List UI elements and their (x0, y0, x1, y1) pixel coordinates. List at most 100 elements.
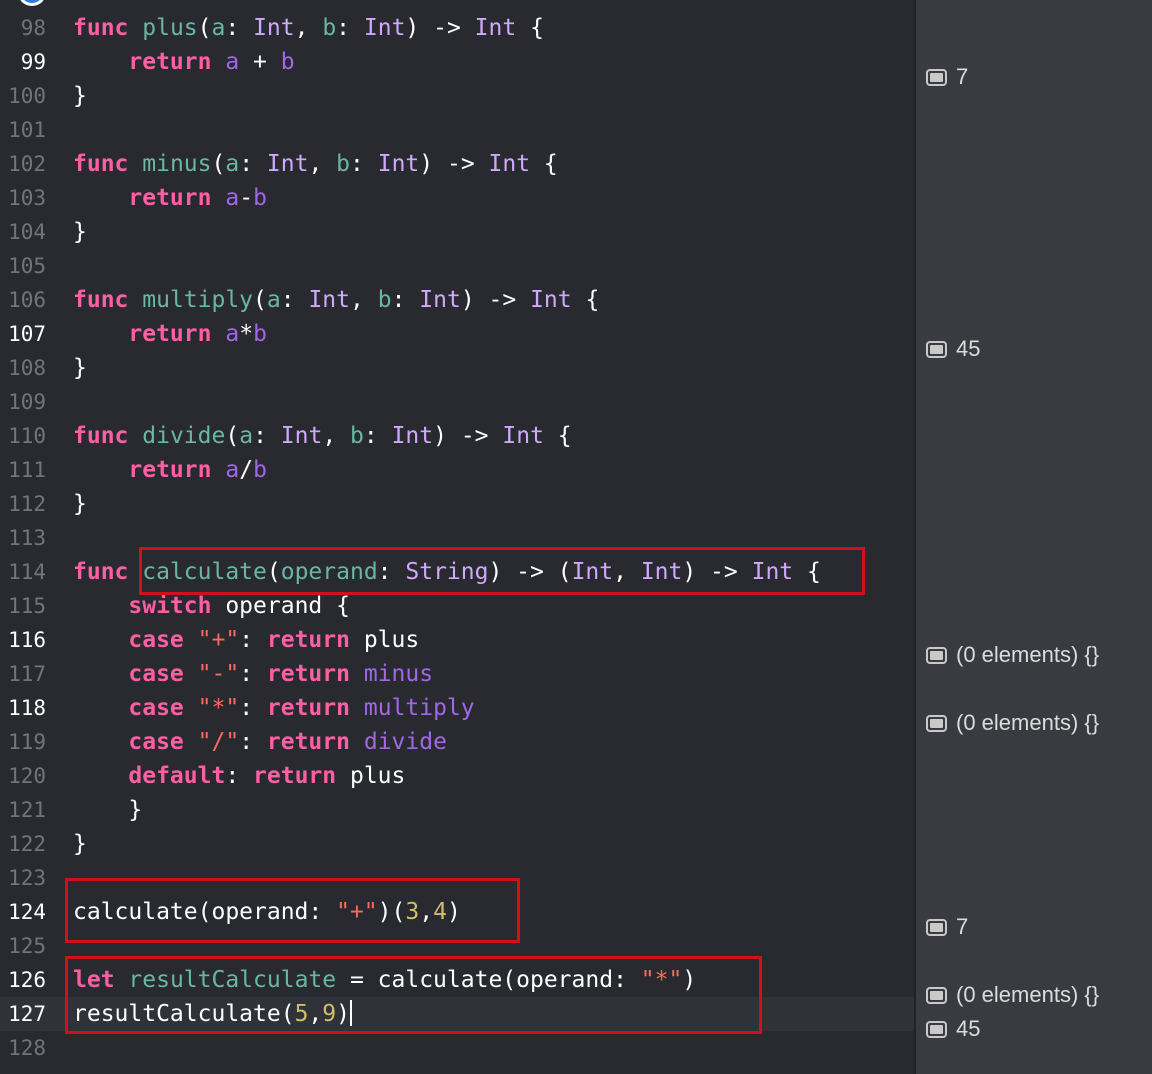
code-text[interactable]: func minus(a: Int, b: Int) -> Int { (73, 147, 558, 181)
code-line[interactable]: 121 } (0, 793, 914, 827)
code-text[interactable]: } (73, 487, 87, 521)
line-number[interactable]: 103 (0, 181, 46, 215)
code-line[interactable]: 123 (0, 861, 914, 895)
code-line[interactable]: 108} (0, 351, 914, 385)
line-number[interactable]: 126 (0, 963, 46, 997)
line-number[interactable]: 99 (0, 45, 46, 79)
code-text[interactable]: resultCalculate(5,9) (73, 997, 352, 1031)
code-text[interactable]: case "-": return minus (73, 657, 433, 691)
code-line[interactable]: 115 switch operand { (0, 589, 914, 623)
code-text[interactable]: return a-b (73, 181, 267, 215)
line-number[interactable]: 123 (0, 861, 46, 895)
code-text[interactable]: return a/b (73, 453, 267, 487)
line-number[interactable]: 128 (0, 1031, 46, 1065)
line-number[interactable]: 109 (0, 385, 46, 419)
code-text[interactable]: } (73, 351, 87, 385)
code-line[interactable]: 101 (0, 113, 914, 147)
quick-look-icon[interactable] (926, 1021, 947, 1038)
line-number[interactable]: 125 (0, 929, 46, 963)
code-line[interactable]: 120 default: return plus (0, 759, 914, 793)
code-line[interactable]: 112} (0, 487, 914, 521)
code-line[interactable]: 99 return a + b (0, 45, 914, 79)
code-line[interactable]: 116 case "+": return plus (0, 623, 914, 657)
quick-look-icon[interactable] (926, 919, 947, 936)
code-line[interactable]: 103 return a-b (0, 181, 914, 215)
code-line[interactable]: 106 func multiply(a: Int, b: Int) -> Int … (0, 283, 914, 317)
line-number[interactable]: 114 (0, 555, 46, 589)
line-number[interactable]: 101 (0, 113, 46, 147)
line-number[interactable]: 112 (0, 487, 46, 521)
code-text[interactable]: func plus(a: Int, b: Int) -> Int { (73, 11, 544, 45)
code-editor[interactable]: 98 func plus(a: Int, b: Int) -> Int {99 r… (0, 0, 914, 1074)
line-number[interactable]: 106 (0, 283, 46, 317)
line-number[interactable]: 111 (0, 453, 46, 487)
quick-look-icon[interactable] (926, 647, 947, 664)
line-number[interactable]: 117 (0, 657, 46, 691)
code-line[interactable]: 104} (0, 215, 914, 249)
code-text[interactable]: func calculate(operand: String) -> (Int,… (73, 555, 821, 589)
code-line[interactable]: 119 case "/": return divide (0, 725, 914, 759)
code-line[interactable]: 118 case "*": return multiply (0, 691, 914, 725)
line-number[interactable]: 127 (0, 997, 46, 1031)
code-line[interactable]: 100} (0, 79, 914, 113)
result-entry[interactable]: 45 (926, 332, 980, 366)
line-number[interactable]: 120 (0, 759, 46, 793)
quick-look-icon[interactable] (926, 69, 947, 86)
code-line[interactable]: 117 case "-": return minus (0, 657, 914, 691)
line-number[interactable]: 102 (0, 147, 46, 181)
line-number[interactable]: 116 (0, 623, 46, 657)
quick-look-icon[interactable] (926, 341, 947, 358)
result-entry[interactable]: (0 elements) {} (926, 706, 1099, 740)
code-text[interactable]: } (73, 827, 87, 861)
result-entry[interactable]: 45 (926, 1012, 980, 1046)
code-text[interactable]: let resultCalculate = calculate(operand:… (73, 963, 696, 997)
code-text[interactable]: return a*b (73, 317, 267, 351)
line-number[interactable]: 105 (0, 249, 46, 283)
code-line[interactable]: 124 calculate(operand: "+")(3,4) (0, 895, 914, 929)
code-line[interactable]: 107 return a*b (0, 317, 914, 351)
code-text[interactable]: default: return plus (73, 759, 405, 793)
code-line[interactable]: 111 return a/b (0, 453, 914, 487)
line-number[interactable]: 104 (0, 215, 46, 249)
code-text[interactable]: } (73, 79, 87, 113)
line-number[interactable]: 113 (0, 521, 46, 555)
line-number[interactable]: 115 (0, 589, 46, 623)
result-entry[interactable]: 7 (926, 910, 968, 944)
line-number[interactable]: 100 (0, 79, 46, 113)
line-number[interactable]: 110 (0, 419, 46, 453)
code-text[interactable]: case "*": return multiply (73, 691, 474, 725)
code-line[interactable]: 113 (0, 521, 914, 555)
quick-look-icon[interactable] (926, 987, 947, 1004)
line-number[interactable]: 122 (0, 827, 46, 861)
code-text[interactable]: case "+": return plus (73, 623, 419, 657)
code-line[interactable]: 125 (0, 929, 914, 963)
code-text[interactable]: } (73, 793, 142, 827)
line-number[interactable]: 119 (0, 725, 46, 759)
code-line[interactable]: 110 func divide(a: Int, b: Int) -> Int { (0, 419, 914, 453)
breakpoint-indicator-icon[interactable] (19, 0, 45, 6)
line-number[interactable]: 124 (0, 895, 46, 929)
code-line[interactable]: 127 resultCalculate(5,9) (0, 997, 914, 1031)
code-line[interactable]: 114 func calculate(operand: String) -> (I… (0, 555, 914, 589)
code-text[interactable]: case "/": return divide (73, 725, 447, 759)
line-number[interactable]: 118 (0, 691, 46, 725)
code-text[interactable]: return a + b (73, 45, 294, 79)
line-number[interactable]: 107 (0, 317, 46, 351)
result-entry[interactable]: (0 elements) {} (926, 978, 1099, 1012)
code-line[interactable]: 128 (0, 1031, 914, 1065)
code-text[interactable]: func divide(a: Int, b: Int) -> Int { (73, 419, 572, 453)
code-text[interactable]: switch operand { (73, 589, 350, 623)
code-line[interactable]: 105 (0, 249, 914, 283)
line-number[interactable]: 98 (0, 11, 46, 45)
code-line[interactable]: 126 let resultCalculate = calculate(opera… (0, 963, 914, 997)
result-entry[interactable]: 7 (926, 60, 968, 94)
code-line[interactable]: 102 func minus(a: Int, b: Int) -> Int { (0, 147, 914, 181)
code-text[interactable]: } (73, 215, 87, 249)
line-number[interactable]: 121 (0, 793, 46, 827)
code-line[interactable]: 122} (0, 827, 914, 861)
result-entry[interactable]: (0 elements) {} (926, 638, 1099, 672)
code-text[interactable]: func multiply(a: Int, b: Int) -> Int { (73, 283, 599, 317)
line-number[interactable]: 108 (0, 351, 46, 385)
code-text[interactable]: calculate(operand: "+")(3,4) (73, 895, 461, 929)
code-line[interactable]: 98 func plus(a: Int, b: Int) -> Int { (0, 11, 914, 45)
